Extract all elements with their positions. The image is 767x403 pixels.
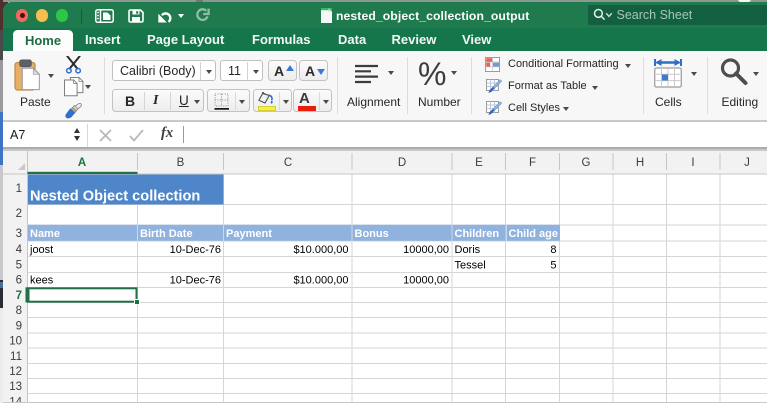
svg-text:Children: Children — [455, 228, 500, 240]
svg-text:G: G — [582, 157, 591, 169]
svg-text:Birth Date: Birth Date — [140, 228, 193, 240]
svg-text:7: 7 — [16, 290, 22, 302]
svg-text:8: 8 — [550, 244, 556, 256]
svg-text:I: I — [691, 157, 694, 169]
svg-text:Child age: Child age — [509, 228, 559, 240]
svg-text:Bonus: Bonus — [355, 228, 389, 240]
svg-text:joost: joost — [29, 244, 53, 256]
svg-text:6: 6 — [16, 275, 22, 287]
svg-text:Tessel: Tessel — [455, 259, 486, 271]
svg-text:14: 14 — [9, 396, 22, 402]
svg-text:$10.000,00: $10.000,00 — [293, 275, 348, 287]
svg-text:E: E — [475, 157, 483, 169]
svg-text:C: C — [284, 157, 292, 169]
svg-text:B: B — [177, 157, 185, 169]
svg-text:5: 5 — [16, 260, 22, 272]
svg-text:10000,00: 10000,00 — [403, 244, 449, 256]
svg-text:A: A — [78, 157, 86, 169]
svg-text:F: F — [529, 157, 536, 169]
svg-text:Doris: Doris — [455, 244, 481, 256]
svg-text:9: 9 — [16, 320, 22, 332]
svg-text:11: 11 — [10, 351, 22, 363]
svg-text:1: 1 — [16, 183, 22, 195]
svg-text:$10.000,00: $10.000,00 — [293, 244, 348, 256]
svg-text:Nested Object collection: Nested Object collection — [30, 189, 200, 205]
svg-text:kees: kees — [30, 275, 54, 287]
svg-text:8: 8 — [16, 305, 22, 317]
svg-text:Payment: Payment — [226, 228, 272, 240]
svg-text:12: 12 — [9, 366, 22, 378]
svg-text:4: 4 — [16, 244, 23, 256]
svg-text:3: 3 — [16, 228, 22, 240]
svg-text:10000,00: 10000,00 — [403, 275, 449, 287]
svg-text:13: 13 — [9, 381, 22, 393]
svg-text:2: 2 — [16, 208, 22, 220]
svg-text:10-Dec-76: 10-Dec-76 — [170, 244, 221, 256]
svg-text:H: H — [636, 157, 644, 169]
svg-text:D: D — [398, 157, 406, 169]
svg-text:10: 10 — [9, 336, 22, 348]
svg-text:Name: Name — [30, 228, 60, 240]
svg-text:5: 5 — [550, 259, 556, 271]
svg-text:J: J — [744, 157, 750, 169]
svg-text:10-Dec-76: 10-Dec-76 — [170, 275, 221, 287]
